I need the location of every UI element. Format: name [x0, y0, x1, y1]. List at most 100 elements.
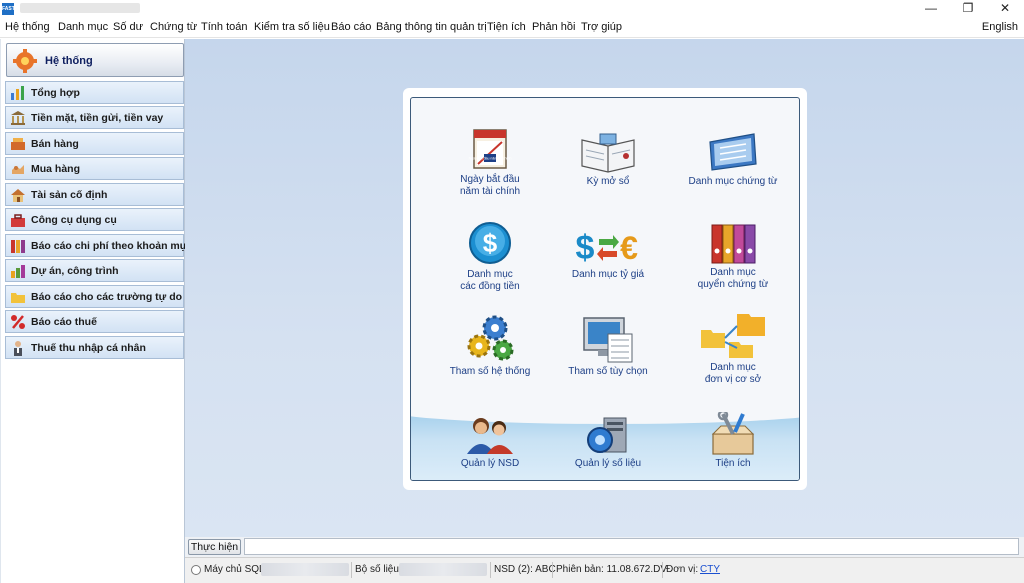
exchange-rate-icon: $ € [576, 229, 639, 267]
menu-chung-tu[interactable]: Chứng từ [150, 21, 197, 33]
users-icon [467, 418, 513, 454]
dataset-label: Bộ số liệu: [355, 564, 402, 575]
person-icon [14, 341, 22, 356]
sidebar-item-truong-tu-do[interactable]: Báo cáo cho các trường tự do [5, 285, 184, 308]
tile-label: Ngày bắt đầu [460, 174, 520, 185]
toolbox-icon [711, 412, 755, 455]
menu-bao-cao[interactable]: Báo cáo [331, 21, 371, 33]
folder-icon [11, 293, 25, 303]
function-panel: Ngày bắt đầu năm tài chính Ngày bắt đầu … [403, 88, 807, 490]
monitor-options-icon [583, 317, 633, 363]
sidebar-item-label: Báo cáo thuế [31, 316, 97, 328]
tile-tham-so-he-thong[interactable]: Tham số hệ thống [430, 314, 550, 378]
sidebar-header-label: Hệ thống [45, 55, 93, 67]
tools-icon [11, 214, 25, 227]
sidebar-item-label: Báo cáo chi phí theo khoản mục [31, 240, 193, 252]
notebook-icon [581, 133, 635, 173]
tile-label-2: đơn vị cơ sở [704, 374, 762, 385]
binders-icon [711, 224, 756, 264]
sidebar-item-label: Tài sản cố định [31, 189, 108, 201]
tile-label: Danh mục [710, 362, 756, 373]
sidebar-item-tong-hop[interactable]: Tổng hợp [5, 81, 184, 104]
window-title-redacted [20, 3, 140, 13]
menu-tro-giup[interactable]: Trợ giúp [581, 21, 622, 33]
version-label: Phiên bản: 11.08.672.DV [556, 564, 668, 575]
tile-danh-muc-don-vi[interactable]: Danh mục đơn vị cơ sở [673, 308, 793, 386]
sidebar-item-du-an[interactable]: Dự án, công trình [5, 259, 184, 282]
sidebar-item-tai-san[interactable]: Tài sản cố định [5, 183, 184, 206]
status-separator [351, 562, 352, 578]
tile-label: Quản lý số liệu [574, 458, 642, 469]
tile-ky-mo-so[interactable]: Kỳ mở sổ [548, 130, 668, 188]
tile-danh-muc-ty-gia[interactable]: $ € Danh mục tỷ giá [548, 225, 668, 281]
tile-label: Danh mục chứng từ [688, 176, 778, 187]
folder-tree-icon [701, 314, 765, 358]
dollar-coin-icon: $ [469, 222, 511, 264]
calendar-icon: Ngày bắt đầu năm tài chính [469, 129, 512, 169]
sidebar-item-label: Mua hàng [31, 163, 80, 175]
sidebar-item-label: Dự án, công trình [31, 265, 119, 277]
tile-label: Tham số tùy chọn [568, 366, 648, 377]
sidebar-item-mua-hang[interactable]: Mua hàng [5, 157, 184, 180]
tile-label: Quản lý NSD [460, 458, 520, 469]
tile-label: Tiện ích [715, 458, 751, 469]
menu-so-du[interactable]: Số dư [113, 21, 143, 33]
server-status-radio[interactable] [191, 565, 201, 575]
tile-tien-ich[interactable]: Tiện ích [673, 412, 793, 470]
tile-label: Danh mục [710, 267, 756, 278]
sales-icon [11, 138, 25, 150]
language-english[interactable]: English [982, 21, 1018, 33]
sidebar-item-label: Tổng hợp [31, 87, 80, 99]
project-icon [11, 265, 25, 278]
tile-danh-muc-dong-tien[interactable]: $ Danh mục các đồng tiền [430, 221, 550, 293]
unit-label: Đơn vị: [666, 564, 699, 575]
tile-quan-ly-so-lieu[interactable]: Quản lý số liệu [548, 416, 668, 470]
tile-tham-so-tuy-chon[interactable]: Tham số tùy chọn [548, 316, 668, 378]
menu-danh-muc[interactable]: Danh mục [58, 21, 108, 33]
gear-icon [13, 49, 37, 73]
sidebar-item-label: Công cụ dụng cụ [31, 214, 117, 226]
function-panel-inner: Ngày bắt đầu năm tài chính Ngày bắt đầu … [410, 97, 800, 481]
menu-phan-hoi[interactable]: Phản hồi [532, 21, 575, 33]
menu-kiem-tra-so-lieu[interactable]: Kiểm tra số liệu [254, 21, 330, 33]
command-input[interactable] [244, 538, 1019, 555]
restore-button[interactable]: ❐ [950, 0, 986, 18]
sidebar-item-tien-mat[interactable]: Tiền mặt, tiền gửi, tiền vay [5, 106, 184, 129]
calendar-icon-text: Ngày bắt đầu năm tài chính [469, 156, 512, 161]
sidebar-item-cong-cu[interactable]: Công cụ dụng cụ [5, 208, 184, 231]
sidebar-item-ban-hang[interactable]: Bán hàng [5, 132, 184, 155]
tile-label-2: các đồng tiền [460, 281, 520, 292]
user-label: NSD (2): ABC [494, 564, 556, 575]
sidebar-item-label: Báo cáo cho các trường tự do [31, 291, 183, 303]
bank-icon [11, 111, 25, 125]
status-separator [490, 562, 491, 578]
gears-icon [467, 315, 514, 361]
tile-label-2: quyển chứng từ [697, 279, 769, 290]
menu-tien-ich[interactable]: Tiện ích [487, 21, 526, 33]
status-bar: Máy chủ SQL Bộ số liệu: NSD (2): ABC Phi… [185, 557, 1024, 583]
close-button[interactable]: ✕ [987, 0, 1023, 18]
tile-label: Tham số hệ thống [449, 366, 531, 377]
menu-he-thong[interactable]: Hệ thống [5, 21, 50, 33]
sidebar-item-bao-cao-thue[interactable]: Báo cáo thuế [5, 310, 184, 333]
unit-link[interactable]: CTY [700, 564, 720, 575]
svg-text:€: € [620, 230, 638, 266]
tile-quan-ly-nsd[interactable]: Quản lý NSD [430, 416, 550, 470]
menu-bang-thong-tin-quan-tri[interactable]: Bảng thông tin quản trị [376, 21, 487, 33]
sidebar-header-he-thong[interactable]: Hệ thống [6, 43, 184, 77]
database-icon [587, 417, 627, 453]
sidebar-item-thue-tncn[interactable]: Thuế thu nhập cá nhân [5, 336, 184, 359]
tile-danh-muc-chung-tu[interactable]: Danh mục chứng từ [673, 128, 793, 188]
chart-icon [11, 86, 24, 100]
menu-tinh-toan[interactable]: Tính toán [201, 21, 247, 33]
title-bar: FAST — ❐ ✕ [0, 0, 1024, 18]
sidebar-item-bao-cao-chi-phi[interactable]: Báo cáo chi phí theo khoản mục [5, 234, 192, 257]
main-workspace: Ngày bắt đầu năm tài chính Ngày bắt đầu … [185, 39, 1024, 537]
execute-button[interactable]: Thực hiện [188, 539, 241, 555]
status-separator [552, 562, 553, 578]
tile-ngay-bat-dau[interactable]: Ngày bắt đầu năm tài chính Ngày bắt đầu … [430, 124, 550, 198]
tile-danh-muc-quyen-chung-tu[interactable]: Danh mục quyển chứng từ [673, 221, 793, 291]
tile-label: Danh mục tỷ giá [571, 269, 645, 280]
house-icon [11, 189, 25, 202]
minimize-button[interactable]: — [913, 0, 949, 18]
